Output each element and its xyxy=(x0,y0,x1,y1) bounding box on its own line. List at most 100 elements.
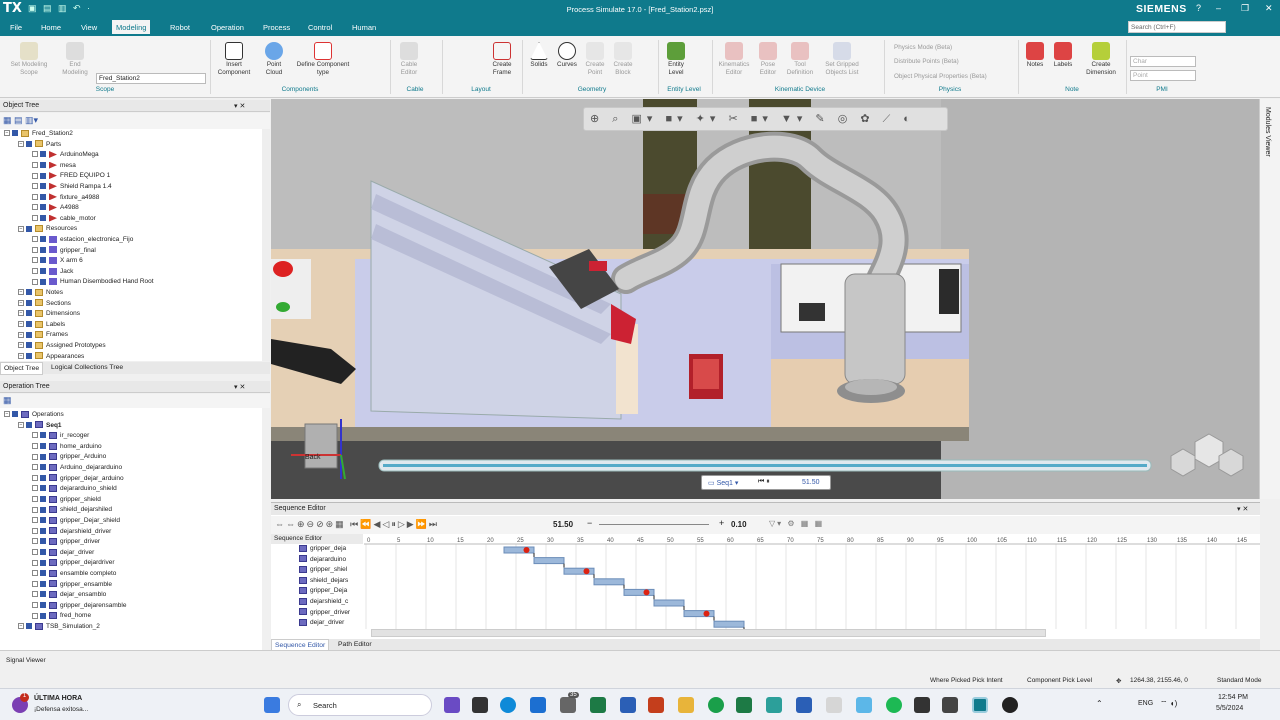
operation-tree-item[interactable]: home_arduino xyxy=(32,442,102,453)
operation-tree-item[interactable]: gripper_dejar_arduino xyxy=(32,474,124,485)
distribute-points-button[interactable]: Distribute Points (Beta) xyxy=(894,58,959,65)
operation-checkbox[interactable] xyxy=(40,517,46,524)
operation-tree-item[interactable]: gripper_ensamble xyxy=(32,580,112,591)
player-seq-select[interactable]: ▭ Seq1 ▾ xyxy=(708,479,738,487)
sequence-row[interactable]: dejarshield_c xyxy=(299,597,348,608)
expand-icon[interactable] xyxy=(32,193,38,200)
expand-icon[interactable]: − xyxy=(18,331,24,338)
expand-icon[interactable] xyxy=(32,474,38,481)
operation-tree-item[interactable]: dejararduino_shield xyxy=(32,484,117,495)
object-tree-item[interactable]: − Notes xyxy=(18,288,63,299)
visibility-checkbox[interactable] xyxy=(40,183,46,190)
object-tree-item[interactable]: − Parts xyxy=(18,140,61,151)
modules-viewer-label[interactable]: Modules Viewer xyxy=(1264,107,1271,157)
player-buttons[interactable]: ⏮ ⏸ xyxy=(758,478,770,486)
time-slider[interactable] xyxy=(599,524,709,525)
solids-button[interactable]: Solids xyxy=(526,42,552,69)
app-icon[interactable] xyxy=(766,697,782,713)
expand-icon[interactable]: − xyxy=(18,140,24,147)
menu-modeling[interactable]: Modeling xyxy=(112,20,151,36)
operation-checkbox[interactable] xyxy=(40,612,46,619)
sequence-row[interactable]: gripper_deja xyxy=(299,544,346,555)
expand-icon[interactable] xyxy=(32,612,38,619)
visibility-checkbox[interactable] xyxy=(26,342,32,349)
gantt-scrollbar[interactable] xyxy=(371,629,1046,637)
sequence-row[interactable]: gripper_shiel xyxy=(299,565,347,576)
process-simulate-icon[interactable] xyxy=(972,697,988,713)
expand-icon[interactable]: − xyxy=(18,421,24,428)
define-component-type-button[interactable]: Define Component type xyxy=(294,42,352,77)
operation-checkbox[interactable] xyxy=(40,559,46,566)
sequence-row[interactable]: shield_dejars xyxy=(299,576,348,587)
sequence-row[interactable]: dejar_driver xyxy=(299,618,344,629)
calculator-icon[interactable] xyxy=(942,697,958,713)
visibility-checkbox[interactable] xyxy=(26,352,32,359)
minimize-button[interactable]: – xyxy=(1216,3,1221,13)
obs-icon[interactable] xyxy=(1002,697,1018,713)
explorer-icon[interactable] xyxy=(678,697,694,713)
operation-checkbox[interactable] xyxy=(40,474,46,481)
photos-icon[interactable] xyxy=(826,697,842,713)
object-physical-properties-button[interactable]: Object Physical Properties (Beta) xyxy=(894,73,987,80)
create-frame-button[interactable]: Create Frame xyxy=(486,42,518,77)
visibility-checkbox[interactable] xyxy=(40,151,46,158)
visibility-checkbox[interactable] xyxy=(40,236,46,243)
operation-checkbox[interactable] xyxy=(40,432,46,439)
menu-process[interactable]: Process xyxy=(263,23,290,32)
operation-tree-item[interactable]: gripper_dejardriver xyxy=(32,558,115,569)
tab-logical-collections[interactable]: Logical Collections Tree xyxy=(48,362,126,373)
object-tree-item[interactable]: FRED EQUIPO 1 xyxy=(32,171,110,182)
menu-operation[interactable]: Operation xyxy=(211,23,244,32)
excel2-icon[interactable] xyxy=(736,697,752,713)
visibility-checkbox[interactable] xyxy=(26,140,32,147)
cable-editor-button[interactable]: Cable Editor xyxy=(394,42,424,77)
expand-icon[interactable] xyxy=(32,570,38,577)
help-icon[interactable]: ? xyxy=(1196,3,1201,13)
operation-tree-item[interactable]: fred_home xyxy=(32,611,91,622)
object-tree-item[interactable]: A4988 xyxy=(32,203,79,214)
pick-level-label[interactable]: Component Pick Level xyxy=(1027,677,1092,684)
object-tree-scrollbar[interactable] xyxy=(262,129,270,361)
operation-tree-item[interactable]: gripper_Arduino xyxy=(32,452,106,463)
wifi-icon[interactable]: ⌔ ◖) xyxy=(1160,699,1177,709)
object-tree-item[interactable]: − Resources xyxy=(18,224,77,235)
expand-icon[interactable]: − xyxy=(4,411,10,418)
set-gripped-objects-button[interactable]: Set Gripped Objects List xyxy=(818,42,866,77)
create-point-button[interactable]: Create Point xyxy=(582,42,608,77)
visibility-checkbox[interactable] xyxy=(26,225,32,232)
expand-icon[interactable] xyxy=(32,496,38,503)
scene-3d[interactable] xyxy=(271,99,1259,499)
expand-icon[interactable] xyxy=(32,549,38,556)
operation-tree-item[interactable]: dejar_driver xyxy=(32,548,94,559)
expand-icon[interactable] xyxy=(32,602,38,609)
visibility-checkbox[interactable] xyxy=(40,268,46,275)
back-label[interactable]: Back xyxy=(305,454,321,461)
clock-time[interactable]: 12:54 PM xyxy=(1218,694,1248,701)
visibility-checkbox[interactable] xyxy=(26,299,32,306)
expand-icon[interactable] xyxy=(32,432,38,439)
pin-icon[interactable]: ▾ ✕ xyxy=(234,102,245,110)
expand-icon[interactable]: − xyxy=(18,310,24,317)
expand-icon[interactable]: − xyxy=(18,225,24,232)
app2-icon[interactable] xyxy=(856,697,872,713)
physics-mode-button[interactable]: Physics Mode (Beta) xyxy=(894,44,952,51)
visibility-checkbox[interactable] xyxy=(12,130,18,137)
operation-tree-item[interactable]: − Seq1 xyxy=(18,421,62,432)
expand-icon[interactable] xyxy=(32,464,38,471)
operation-tree-item[interactable]: gripper_shield xyxy=(32,495,101,506)
curves-button[interactable]: Curves xyxy=(554,42,580,69)
operation-tree-item[interactable]: gripper_driver xyxy=(32,537,100,548)
expand-icon[interactable] xyxy=(32,538,38,545)
operation-tree-item[interactable]: − Operations xyxy=(4,410,64,421)
menu-home[interactable]: Home xyxy=(41,23,61,32)
expand-icon[interactable] xyxy=(32,204,38,211)
object-tree-item[interactable]: gripper_final xyxy=(32,246,96,257)
operation-tree-item[interactable]: − TSB_Simulation_2 xyxy=(18,622,100,633)
operation-tree-item[interactable]: gripper_dejarensamble xyxy=(32,601,127,612)
pmi-char-combo[interactable]: Char xyxy=(1130,56,1196,67)
copilot-icon[interactable] xyxy=(444,697,460,713)
expand-icon[interactable]: − xyxy=(18,289,24,296)
scope-combo[interactable]: Fred_Station2 xyxy=(96,73,206,84)
maximize-button[interactable]: ❐ xyxy=(1241,3,1249,14)
expand-icon[interactable]: − xyxy=(4,130,10,137)
